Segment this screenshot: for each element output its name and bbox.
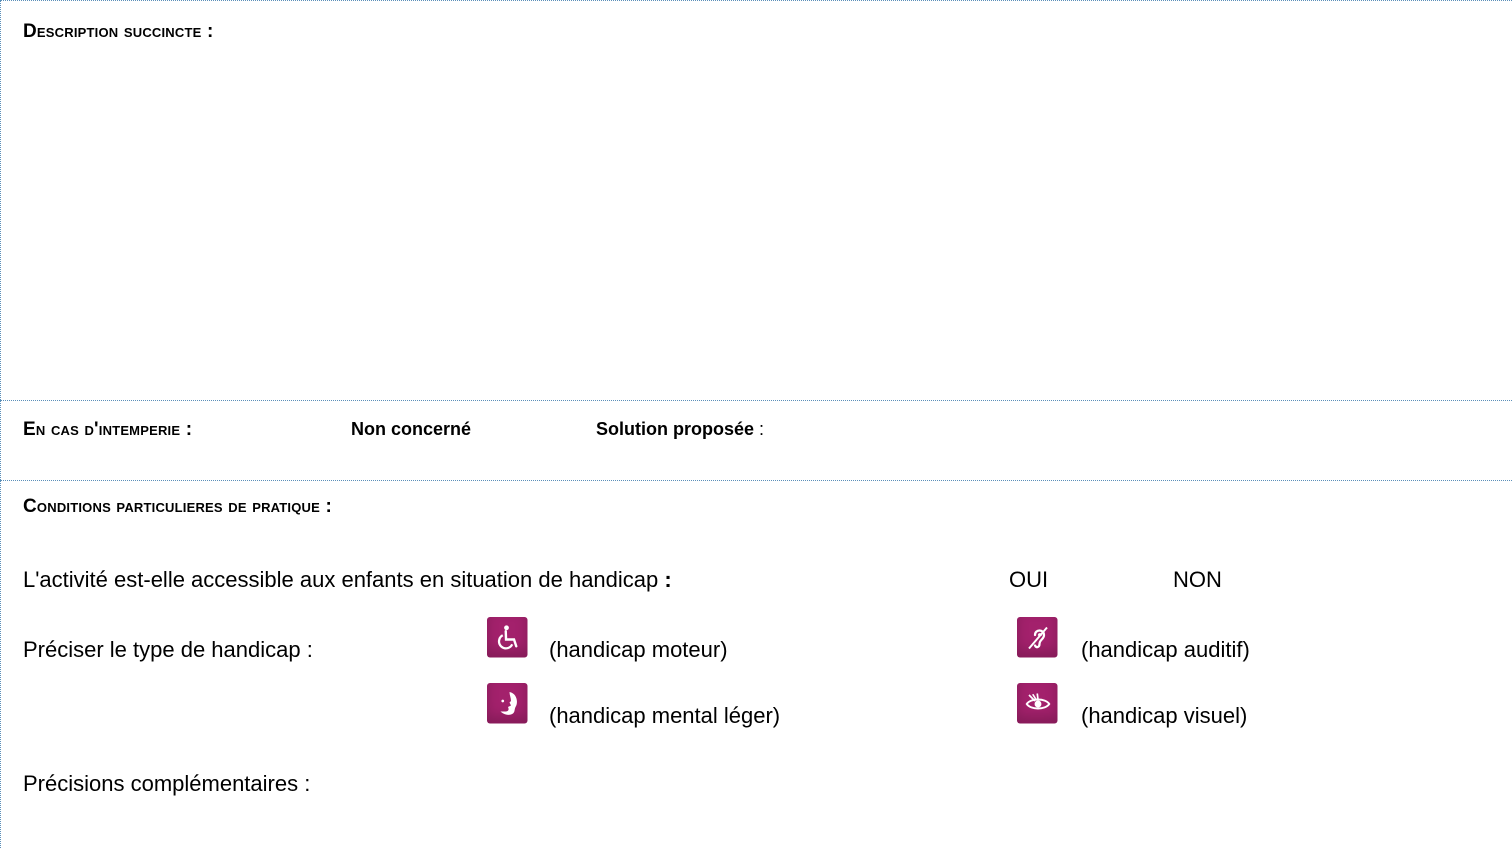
extra-details-area[interactable]: [23, 807, 1483, 843]
description-section: Description succincte :: [0, 0, 1512, 400]
wheelchair-icon: [487, 617, 528, 658]
handicap-auditif-checkbox[interactable]: [993, 641, 1011, 659]
not-concerned-label: Non concerné: [351, 419, 472, 439]
mental-icon: [487, 683, 528, 724]
solution-checkbox[interactable]: [569, 421, 587, 439]
handicap-visuel-label: (handicap visuel): [1081, 703, 1248, 728]
accessible-question: L'activité est-elle accessible aux enfan…: [23, 567, 672, 593]
solution-label-text: Solution proposée: [596, 419, 755, 439]
extra-details-label: Précisions complémentaires :: [23, 771, 311, 796]
conditions-title: Conditions particulieres de pratique :: [23, 496, 333, 517]
hearing-icon: [1017, 617, 1058, 658]
handicap-mental-checkbox[interactable]: [463, 707, 481, 725]
eye-icon: [1017, 683, 1058, 724]
solution-label-colon: :: [754, 419, 765, 439]
handicap-mental-label: (handicap mental léger): [549, 703, 781, 728]
accessible-question-colon: :: [658, 567, 672, 592]
accessible-no-checkbox[interactable]: [1147, 571, 1165, 589]
accessible-no-label: NON: [1173, 567, 1222, 592]
accessible-question-text: L'activité est-elle accessible aux enfan…: [23, 567, 659, 592]
handicap-type-label: Préciser le type de handicap :: [23, 637, 313, 662]
handicap-moteur-label: (handicap moteur): [549, 637, 728, 662]
accessible-yes-checkbox[interactable]: [983, 571, 1001, 589]
handicap-auditif-label: (handicap auditif): [1081, 637, 1250, 662]
form-page: Description succincte : En cas d'intempe…: [0, 0, 1512, 848]
conditions-section: Conditions particulieres de pratique : L…: [0, 480, 1512, 848]
solution-input[interactable]: [831, 415, 1491, 445]
weather-section: En cas d'intemperie : Non concerné Solut…: [0, 400, 1512, 480]
not-concerned-checkbox[interactable]: [323, 421, 341, 439]
description-title: Description succincte :: [23, 21, 214, 42]
description-content-area[interactable]: [23, 61, 1483, 381]
handicap-visuel-checkbox[interactable]: [993, 707, 1011, 725]
solution-label: Solution proposée :: [596, 419, 764, 440]
accessible-yes-label: OUI: [1009, 567, 1049, 592]
handicap-moteur-checkbox[interactable]: [463, 641, 481, 659]
weather-title: En cas d'intemperie :: [23, 419, 193, 440]
